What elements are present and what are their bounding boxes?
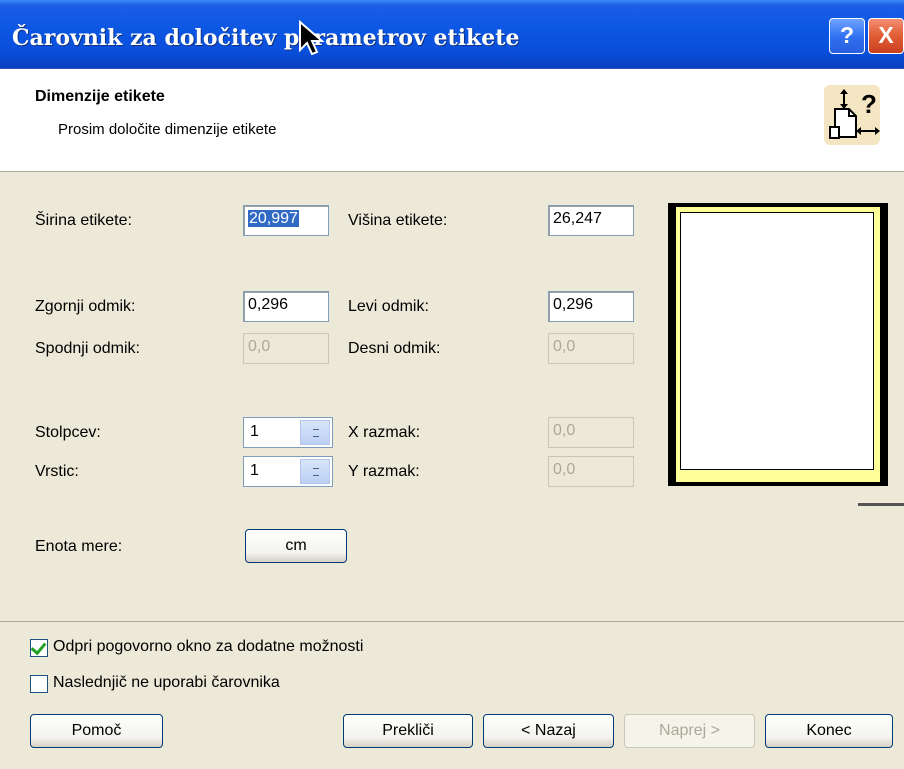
x-razmak-label: X razmak: bbox=[348, 424, 421, 441]
label-preview bbox=[668, 203, 888, 486]
preview-divider bbox=[858, 503, 904, 506]
stolpcev-label: Stolpcev: bbox=[35, 424, 101, 441]
label-dimensions-icon: ? bbox=[824, 85, 880, 145]
sirina-value: 20,997 bbox=[248, 210, 299, 227]
cancel-button[interactable]: Prekliči bbox=[343, 714, 473, 748]
stolpcev-value: 1 bbox=[250, 423, 259, 440]
levi-input[interactable]: 0,296 bbox=[548, 291, 634, 322]
no-wizard-checkbox-label[interactable]: Naslednjič ne uporabi čarovnika bbox=[53, 674, 280, 692]
zgornji-label: Zgornji odmik: bbox=[35, 298, 136, 315]
vrstic-stepper[interactable]: 1 bbox=[243, 456, 333, 487]
help-icon[interactable]: ? bbox=[829, 18, 865, 54]
page-subtitle: Prosim določite dimenzije etikete bbox=[58, 121, 277, 138]
dialog-checkbox-label[interactable]: Odpri pogovorno okno za dodatne možnosti bbox=[53, 638, 363, 656]
enota-label: Enota mere: bbox=[35, 538, 123, 555]
checkmark-icon bbox=[30, 638, 47, 656]
close-icon[interactable]: X bbox=[868, 18, 904, 54]
visina-input[interactable]: 26,247 bbox=[548, 205, 634, 236]
finish-button[interactable]: Konec bbox=[765, 714, 893, 748]
y-razmak-input: 0,0 bbox=[548, 456, 634, 487]
preview-label bbox=[680, 212, 874, 470]
spodnji-label: Spodnji odmik: bbox=[35, 340, 140, 357]
stolpcev-stepper[interactable]: 1 bbox=[243, 417, 333, 448]
help-button[interactable]: Pomoč bbox=[30, 714, 163, 748]
dialog-checkbox[interactable] bbox=[30, 638, 48, 657]
visina-label: Višina etikete: bbox=[348, 212, 448, 229]
sirina-input[interactable]: 20,997 bbox=[243, 205, 329, 236]
next-button: Naprej > bbox=[624, 714, 755, 748]
levi-label: Levi odmik: bbox=[348, 298, 429, 315]
mouse-cursor-icon bbox=[299, 20, 325, 56]
spodnji-input: 0,0 bbox=[243, 333, 329, 364]
unit-button[interactable]: cm bbox=[245, 529, 347, 563]
back-button[interactable]: < Nazaj bbox=[483, 714, 614, 748]
zgornji-input[interactable]: 0,296 bbox=[243, 291, 329, 322]
no-wizard-checkbox[interactable] bbox=[30, 675, 48, 693]
wizard-header: Dimenzije etikete Prosim določite dimenz… bbox=[0, 69, 904, 172]
spin-arrows-icon[interactable] bbox=[300, 420, 330, 445]
window-title: Čarovnik za določitev parametrov etikete bbox=[12, 25, 520, 51]
spin-arrows-icon[interactable] bbox=[300, 459, 330, 484]
x-razmak-input: 0,0 bbox=[548, 417, 634, 448]
title-bar[interactable]: Čarovnik za določitev parametrov etikete… bbox=[0, 0, 904, 69]
vrstic-value: 1 bbox=[250, 462, 259, 479]
y-razmak-label: Y razmak: bbox=[348, 463, 420, 480]
vrstic-label: Vrstic: bbox=[35, 463, 79, 480]
wizard-window: Čarovnik za določitev parametrov etikete… bbox=[0, 0, 904, 769]
desni-label: Desni odmik: bbox=[348, 340, 441, 357]
svg-text:?: ? bbox=[861, 89, 877, 119]
separator bbox=[0, 621, 904, 622]
sirina-label: Širina etikete: bbox=[35, 212, 132, 229]
page-title: Dimenzije etikete bbox=[35, 88, 165, 105]
desni-input: 0,0 bbox=[548, 333, 634, 364]
